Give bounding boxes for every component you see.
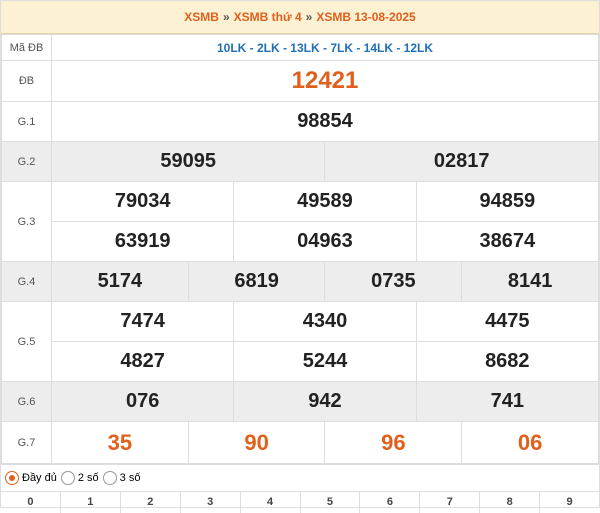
prize-g6-value: 076 xyxy=(50,381,235,422)
breadcrumb-xsmb-weekday[interactable]: XSMB thứ 4 xyxy=(234,10,302,24)
prize-g5-value: 4827 xyxy=(50,341,235,382)
breadcrumb: XSMB » XSMB thứ 4 » XSMB 13-08-2025 xyxy=(1,1,599,34)
digit-head[interactable]: 3 xyxy=(181,492,241,513)
digit-head[interactable]: 1 xyxy=(61,492,121,513)
digit-head[interactable]: 2 xyxy=(121,492,181,513)
breadcrumb-separator: » xyxy=(305,10,313,24)
results-panel: XSMB » XSMB thứ 4 » XSMB 13-08-2025 Mã Đ… xyxy=(0,0,600,513)
digit-head-bar: 0 1 2 3 4 5 6 7 8 9 xyxy=(1,491,599,513)
radio-icon[interactable] xyxy=(60,471,75,485)
prize-g7-value: 90 xyxy=(187,421,326,464)
prize-g1-value: 98854 xyxy=(51,101,599,142)
prize-db-value: 12421 xyxy=(51,60,599,102)
option-3-digits[interactable]: 3 số xyxy=(102,471,141,485)
prize-g7-value: 35 xyxy=(51,421,189,464)
prize-g5-value: 5244 xyxy=(233,341,417,382)
prize-label-g6: G.6 xyxy=(1,381,52,422)
digit-head[interactable]: 9 xyxy=(540,492,599,513)
breadcrumb-separator: » xyxy=(222,10,230,24)
prize-g3-value: 49589 xyxy=(233,181,417,222)
prize-g6-value: 741 xyxy=(415,381,600,422)
display-options: Đầy đủ 2 số 3 số xyxy=(1,464,599,491)
prize-g7-value: 96 xyxy=(324,421,463,464)
prize-label-g4: G.4 xyxy=(1,261,52,302)
prize-g4-value: 8141 xyxy=(461,261,599,302)
prize-label-g2: G.2 xyxy=(1,141,52,182)
prize-label-g7: G.7 xyxy=(1,421,52,464)
digit-head[interactable]: 5 xyxy=(301,492,361,513)
digit-head[interactable]: 8 xyxy=(480,492,541,513)
madb-label: Mã ĐB xyxy=(1,34,52,61)
madb-codes: 10LK - 2LK - 13LK - 7LK - 14LK - 12LK xyxy=(51,34,599,61)
digit-head[interactable]: 6 xyxy=(360,492,421,513)
prize-label-g1: G.1 xyxy=(1,101,52,142)
prize-label-g3: G.3 xyxy=(1,181,52,262)
prize-g4-value: 5174 xyxy=(51,261,189,302)
prize-g5-value: 4340 xyxy=(233,301,417,342)
prize-g3-value: 38674 xyxy=(415,221,600,262)
breadcrumb-xsmb-date[interactable]: XSMB 13-08-2025 xyxy=(316,10,415,24)
digit-head[interactable]: 4 xyxy=(241,492,301,513)
radio-icon[interactable] xyxy=(102,471,117,485)
prize-g4-value: 0735 xyxy=(324,261,463,302)
prize-g7-value: 06 xyxy=(461,421,599,464)
option-label: 3 số xyxy=(119,472,141,484)
option-full[interactable]: Đầy đủ xyxy=(5,471,57,485)
prize-g4-value: 6819 xyxy=(187,261,326,302)
prize-g5-value: 7474 xyxy=(50,301,235,342)
prize-g2-value: 59095 xyxy=(50,141,326,182)
prize-g3-value: 63919 xyxy=(50,221,235,262)
digit-head[interactable]: 7 xyxy=(420,492,481,513)
results-table: Mã ĐB 10LK - 2LK - 13LK - 7LK - 14LK - 1… xyxy=(1,34,600,464)
prize-g6-value: 942 xyxy=(233,381,417,422)
radio-selected-icon[interactable] xyxy=(5,471,19,485)
breadcrumb-xsmb[interactable]: XSMB xyxy=(184,10,219,24)
prize-g5-value: 4475 xyxy=(415,301,600,342)
prize-g3-value: 79034 xyxy=(50,181,235,222)
prize-label-db: ĐB xyxy=(1,60,52,102)
prize-g3-value: 94859 xyxy=(415,181,600,222)
prize-label-g5: G.5 xyxy=(1,301,52,382)
option-label: 2 số xyxy=(77,472,99,484)
digit-head[interactable]: 0 xyxy=(1,492,61,513)
prize-g5-value: 8682 xyxy=(415,341,600,382)
prize-g3-value: 04963 xyxy=(233,221,417,262)
prize-g2-value: 02817 xyxy=(324,141,599,182)
option-label: Đầy đủ xyxy=(22,472,57,484)
option-2-digits[interactable]: 2 số xyxy=(60,471,99,485)
